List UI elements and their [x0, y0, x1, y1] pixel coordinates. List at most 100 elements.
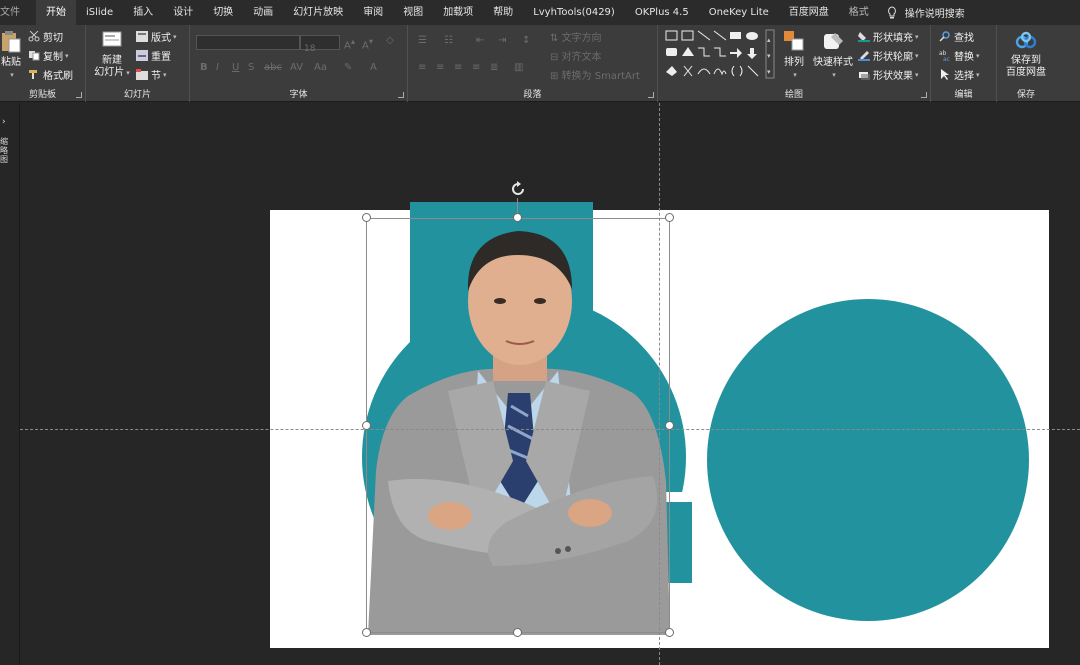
highlight-icon[interactable]: ✎ — [344, 62, 352, 73]
justify-icon[interactable]: ≡ — [472, 62, 480, 73]
tab-transitions[interactable]: 切换 — [203, 0, 243, 25]
font-size-combobox[interactable]: 18 — [300, 35, 340, 54]
paragraph-launcher-icon[interactable] — [648, 92, 654, 98]
new-slide-dropdown-icon[interactable]: ▾ — [126, 69, 130, 77]
font-launcher-icon[interactable] — [398, 92, 404, 98]
shape-outline-dropdown-icon[interactable]: ▾ — [915, 52, 919, 60]
tab-help[interactable]: 帮助 — [483, 0, 523, 25]
shape-fill-dropdown-icon[interactable]: ▾ — [915, 33, 919, 41]
slide-workspace[interactable]: › 缩略图 — [0, 103, 1080, 665]
arrange-dropdown-icon[interactable]: ▾ — [782, 69, 808, 81]
resize-handle-bottom-right[interactable] — [665, 628, 674, 637]
strikethrough-icon[interactable]: abc — [264, 62, 282, 73]
copy-button[interactable]: 复制 ▾ — [28, 48, 69, 63]
tab-onekey[interactable]: OneKey Lite — [699, 0, 779, 25]
paste-dropdown-icon[interactable]: ▾ — [2, 69, 22, 81]
tab-islide[interactable]: iSlide — [76, 0, 123, 25]
tab-addins[interactable]: 加载项 — [433, 0, 483, 25]
copy-dropdown-icon[interactable]: ▾ — [65, 52, 69, 60]
save-to-baidu-button[interactable]: 保存到 百度网盘 — [1003, 31, 1049, 79]
italic-icon[interactable]: I — [216, 62, 219, 73]
underline-icon[interactable]: U — [232, 62, 239, 73]
shrink-font-icon[interactable]: A▾ — [362, 36, 373, 51]
format-painter-button[interactable]: 格式刷 — [28, 67, 73, 82]
font-name-combobox[interactable] — [196, 35, 300, 50]
align-center-icon[interactable]: ≡ — [436, 62, 444, 73]
convert-smartart-button[interactable]: ⊞ 转换为 SmartArt — [550, 67, 640, 82]
layout-button[interactable]: 版式 ▾ — [136, 29, 177, 44]
change-case-icon[interactable]: Aa — [314, 62, 327, 73]
replace-button[interactable]: ab ac 替换 ▾ — [939, 48, 980, 63]
tell-me-search[interactable]: 操作说明搜索 — [879, 5, 965, 20]
distributed-icon[interactable]: ≣ — [490, 62, 498, 73]
resize-handle-right[interactable] — [665, 421, 674, 430]
thumbnail-pane-collapsed[interactable]: › 缩略图 — [0, 103, 20, 665]
shapes-gallery[interactable]: ▴ ▾ ▾ — [664, 28, 776, 80]
bold-icon[interactable]: B — [200, 62, 208, 73]
new-slide-button[interactable]: 新建 幻灯片 ▾ — [92, 29, 132, 79]
numbering-icon[interactable]: ☷ — [444, 35, 453, 46]
quick-styles-icon — [824, 33, 843, 49]
paste-button[interactable]: 粘贴 ▾ — [0, 29, 22, 81]
arrange-button[interactable]: 排列 ▾ — [780, 29, 808, 81]
tab-format[interactable]: 格式 — [839, 0, 879, 25]
text-direction-button[interactable]: ⇅ 文字方向 — [550, 29, 602, 44]
shape-effects-dropdown-icon[interactable]: ▾ — [915, 71, 919, 79]
clear-format-icon[interactable]: ◇ — [386, 35, 394, 46]
quick-styles-button[interactable]: 快速样式 ▾ — [810, 29, 856, 81]
reset-button[interactable]: 重置 — [136, 48, 171, 63]
resize-handle-bottom[interactable] — [513, 628, 522, 637]
align-left-icon[interactable]: ≡ — [418, 62, 426, 73]
tab-slideshow[interactable]: 幻灯片放映 — [283, 0, 353, 25]
expand-pane-icon[interactable]: › — [2, 117, 6, 127]
resize-handle-top-right[interactable] — [665, 213, 674, 222]
resize-handle-left[interactable] — [362, 421, 371, 430]
font-color-icon[interactable]: A — [370, 62, 377, 73]
line-spacing-icon[interactable]: ↕ — [522, 35, 530, 46]
tab-okplus[interactable]: OKPlus 4.5 — [625, 0, 699, 25]
tab-home[interactable]: 开始 — [36, 0, 76, 25]
cut-button[interactable]: 剪切 — [28, 29, 63, 44]
align-right-icon[interactable]: ≡ — [454, 62, 462, 73]
tab-baidu[interactable]: 百度网盘 — [779, 0, 839, 25]
section-dropdown-icon[interactable]: ▾ — [163, 71, 167, 79]
select-button[interactable]: 选择 ▾ — [939, 67, 980, 82]
tab-file[interactable]: 文件 — [0, 0, 30, 25]
selection-bounding-box — [366, 218, 670, 633]
slides-group-label: 幻灯片 — [123, 90, 151, 100]
rotate-handle-icon[interactable] — [509, 180, 527, 198]
section-button[interactable]: 节 ▾ — [136, 67, 167, 82]
columns-icon[interactable]: ▥ — [514, 62, 523, 73]
save-group: 保存到 百度网盘 保存 — [997, 25, 1055, 102]
drawing-launcher-icon[interactable] — [921, 92, 927, 98]
reset-icon — [136, 50, 148, 61]
tab-animations[interactable]: 动画 — [243, 0, 283, 25]
tab-view[interactable]: 视图 — [393, 0, 433, 25]
tab-insert[interactable]: 插入 — [123, 0, 163, 25]
clipboard-launcher-icon[interactable] — [76, 92, 82, 98]
save-label-2: 百度网盘 — [1006, 67, 1046, 78]
align-text-button[interactable]: ⊟ 对齐文本 — [550, 48, 602, 63]
find-button[interactable]: 查找 — [939, 29, 974, 44]
increase-indent-icon[interactable]: ⇥ — [498, 35, 506, 46]
tab-lvyhtools[interactable]: LvyhTools(0429) — [523, 0, 625, 25]
char-spacing-icon[interactable]: AV — [290, 62, 303, 73]
quick-styles-dropdown-icon[interactable]: ▾ — [812, 69, 856, 81]
resize-handle-top[interactable] — [513, 213, 522, 222]
decrease-indent-icon[interactable]: ⇤ — [476, 35, 484, 46]
resize-handle-top-left[interactable] — [362, 213, 371, 222]
bullets-icon[interactable]: ☰ — [418, 35, 427, 46]
shape-effects-button[interactable]: 形状效果 ▾ — [858, 67, 919, 82]
select-dropdown-icon[interactable]: ▾ — [976, 71, 980, 79]
tab-design[interactable]: 设计 — [163, 0, 203, 25]
shape-outline-button[interactable]: 形状轮廓 ▾ — [858, 48, 919, 63]
tab-review[interactable]: 审阅 — [353, 0, 393, 25]
resize-handle-bottom-left[interactable] — [362, 628, 371, 637]
replace-dropdown-icon[interactable]: ▾ — [976, 52, 980, 60]
layout-dropdown-icon[interactable]: ▾ — [173, 33, 177, 41]
copy-label: 复制 — [43, 52, 63, 63]
shape-fill-button[interactable]: 形状填充 ▾ — [858, 29, 919, 44]
shadow-icon[interactable]: S — [248, 62, 254, 73]
grow-font-icon[interactable]: A▴ — [344, 36, 355, 51]
teal-circle-shape[interactable] — [707, 299, 1029, 621]
